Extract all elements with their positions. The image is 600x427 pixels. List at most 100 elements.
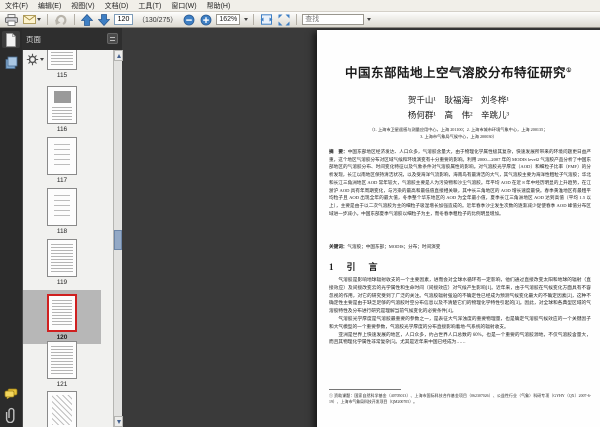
keywords-text: 气溶胶；中国东部；MODIS；分布；时间演变 [347,244,441,249]
pages-tab[interactable] [2,31,20,48]
thumbnail-120-selected[interactable]: 120 [23,290,101,344]
thumbnail-page-number: 117 [56,177,68,184]
previous-page-button[interactable] [80,13,94,27]
thumbnail-preview [47,391,77,427]
thumbnail-scrollbar[interactable] [113,50,123,427]
authors-line-1: 贺千山¹ 耿福海² 刘冬桦¹ [407,95,510,105]
layers-tab[interactable] [2,54,20,71]
scroll-up-icon [116,53,121,58]
previous-view-icon [55,14,67,25]
separator [253,14,255,25]
panel-gear-menu[interactable] [26,53,44,66]
thumbnail-119[interactable]: 119 [31,239,93,286]
separator [74,14,75,25]
paragraph: 气溶胶是影响地球辐射收支的一个主要因素，进而会对全球水循环有一定影响，他们通过直… [329,278,591,315]
scroll-up-button[interactable] [114,50,123,61]
keywords-label: 关键词： [329,244,348,249]
email-button[interactable] [22,13,42,27]
fullscreen-button[interactable] [277,13,291,27]
scroll-down-button[interactable] [114,416,123,427]
affiliation-line-1: （1. 上海市卫星遥感与测量应用中心，上海 201100；2. 上海市城市环境气… [369,127,548,132]
zoom-level-value: 162% [219,16,238,23]
keywords-line: 关键词：气溶胶；中国东部；MODIS；分布；时间演变 [329,244,591,250]
zoom-out-button[interactable] [182,13,196,27]
comments-icon [4,388,18,399]
paragraph: 亚洲是世界上快速发展的地区，人口众多，约占世界人口总数的 60%，也是一个重要的… [329,332,591,346]
layers-icon [5,56,17,69]
menu-tools[interactable]: 工具(T) [138,1,161,11]
thumbnails-panel: 115 116 117 118 119 120 121 [22,50,122,427]
thumbnail-preview [47,239,77,277]
paperclip-icon [5,407,15,423]
pages-panel-title: 页面 [26,34,41,44]
menu-file[interactable]: 文件(F) [5,1,28,11]
thumbnail-preview [47,50,77,70]
separator [47,14,48,25]
thumbnail-page-number: 119 [56,279,68,286]
menu-document[interactable]: 文档(D) [105,1,129,11]
page-count-label: （130/275） [138,16,178,24]
thumbnail-116[interactable]: 116 [31,86,93,133]
comments-tab[interactable] [2,385,20,402]
zoom-in-icon [200,14,212,25]
abstract-block: 摘 要：中国东部地区经济发达、人口众多，气溶胶含量大，由于物理化学属性极其复杂，… [329,148,591,217]
thumbnail-117[interactable]: 117 [31,137,93,184]
affiliation-line-2: 3. 上海市气象局气候中心，上海 200030） [420,134,497,139]
body-paragraphs: 气溶胶是影响地球辐射收支的一个主要因素，进而会对全球水循环有一定影响，他们通过直… [329,277,591,347]
page-up-icon [81,13,93,26]
find-box [302,14,372,25]
find-dropdown-caret[interactable] [367,18,372,21]
thumbnail-preview [47,86,77,124]
pdf-reader-window: 文件(F) 编辑(E) 视图(V) 文档(D) 工具(T) 窗口(W) 帮助(H… [0,0,600,427]
panel-options-button[interactable] [107,33,118,44]
zoom-level-select[interactable]: 162% [216,14,241,25]
menu-help[interactable]: 帮助(H) [207,1,231,11]
thumbnail-list: 115 116 117 118 119 120 121 [23,50,114,427]
zoom-dropdown-caret[interactable] [244,18,249,21]
next-page-button[interactable] [97,13,111,27]
document-canvas: 中国东部陆地上空气溶胶分布特征研究① 贺千山¹ 耿福海² 刘冬桦¹ 杨何群¹ 高… [122,28,600,427]
gear-icon [26,53,39,66]
fit-width-icon [260,14,273,25]
abstract-text: 中国东部地区经济发达、人口众多，气溶胶含量大，由于物理化学属性极其复杂，快速发展… [329,149,591,216]
print-button[interactable] [4,13,19,27]
email-dropdown-caret[interactable] [37,18,41,21]
title-footnote-marker: ① [566,67,572,74]
separator [296,14,298,25]
thumbnail-122[interactable]: 122 [31,391,93,427]
document-page: 中国东部陆地上空气溶胶分布特征研究① 贺千山¹ 耿福海² 刘冬桦¹ 杨何群¹ 高… [317,30,600,427]
thumbnail-page-number: 118 [56,228,68,235]
fit-width-button[interactable] [259,13,274,27]
menu-view[interactable]: 视图(V) [71,1,94,11]
thumbnail-page-number: 120 [56,334,68,341]
scroll-down-icon [116,419,121,424]
find-input[interactable] [302,14,365,25]
thumbnail-page-number: 121 [56,381,68,388]
paper-title: 中国东部陆地上空气溶胶分布特征研究① [317,62,600,81]
menu-window[interactable]: 窗口(W) [171,1,196,11]
thumbnail-118[interactable]: 118 [31,188,93,235]
footnote-rule [329,389,401,390]
page-number-input[interactable] [114,14,133,25]
thumbnail-121[interactable]: 121 [31,341,93,388]
paragraph: 气溶胶光学厚度是气溶胶最重要的参数之一，是表征大气浑浊度的重要物理量，也是确定气… [329,316,591,330]
printer-icon [5,13,18,26]
email-icon [23,15,36,24]
thumbnail-preview [47,294,77,332]
page-down-icon [98,13,110,26]
attachments-tab[interactable] [2,406,20,423]
gear-dropdown-caret[interactable] [40,58,44,61]
scrollbar-thumb[interactable] [114,230,122,250]
navigation-rail [0,28,22,427]
zoom-out-icon [183,14,195,25]
fullscreen-icon [278,14,290,25]
zoom-in-button[interactable] [199,13,213,27]
abstract-label: 摘 要： [329,149,348,154]
thumbnail-preview [47,137,77,175]
thumbnail-preview [47,341,77,379]
thumbnail-page-number: 115 [56,72,68,79]
menu-edit[interactable]: 编辑(E) [38,1,61,11]
authors-line-2: 杨何群¹ 高 伟² 辛跳儿³ [407,110,510,120]
previous-view-button [53,13,69,27]
footnote-text: ① 资助课题：国家自然科学基金（40705013）、上海市国际科技合作基金项目（… [329,394,591,404]
